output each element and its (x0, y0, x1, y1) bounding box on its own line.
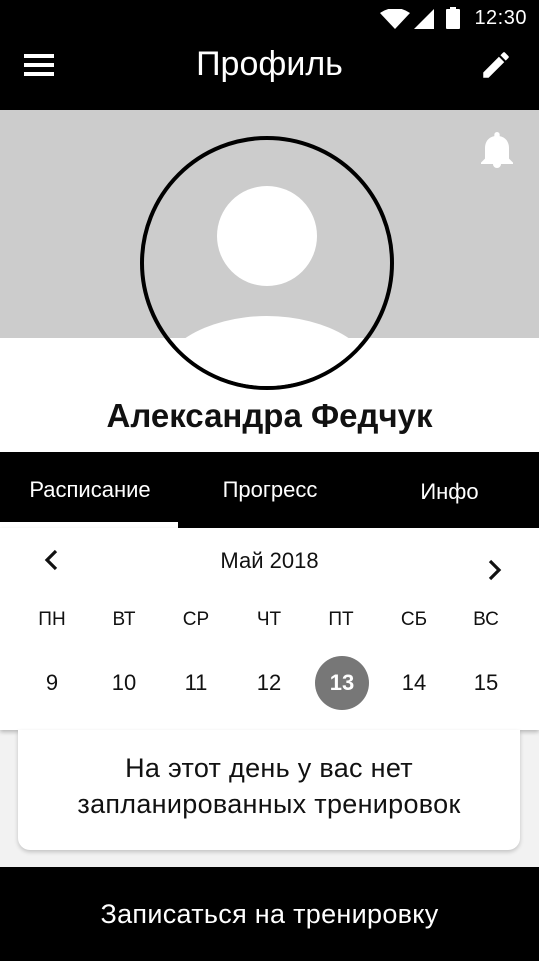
calendar-day-selected[interactable]: 13 (315, 656, 369, 710)
bell-icon (481, 132, 513, 168)
edit-icon (483, 52, 509, 78)
battery-icon (446, 7, 460, 29)
calendar-day[interactable]: 10 (97, 656, 151, 710)
next-week-button[interactable] (480, 556, 508, 584)
empty-state-line-1: На этот день у вас нет (125, 753, 413, 783)
empty-state-line-2: запланированных тренировок (77, 789, 461, 819)
wifi-icon (380, 9, 410, 29)
book-training-button[interactable]: Записаться на тренировку (0, 867, 539, 961)
calendar-day[interactable]: 15 (459, 656, 513, 710)
tab-progress[interactable]: Прогресс (180, 452, 360, 528)
tab-info[interactable]: Инфо (360, 454, 539, 530)
weekday-label: ВС (473, 609, 499, 630)
empty-state-card: На этот день у вас нет запланированных т… (18, 730, 520, 850)
avatar-placeholder-icon (155, 186, 379, 386)
status-icons (380, 7, 466, 29)
weekday-label: ВТ (112, 609, 136, 630)
tab-bar: Расписание Прогресс Инфо (0, 452, 539, 528)
status-bar: 12:30 (0, 0, 539, 38)
page-title: Профиль (196, 45, 343, 83)
calendar-day[interactable]: 11 (169, 656, 223, 710)
status-time: 12:30 (474, 7, 527, 29)
empty-state-message: На этот день у вас нет запланированных т… (18, 750, 520, 822)
app-bar: Профиль (0, 38, 539, 110)
weekday-label: СР (182, 609, 210, 630)
calendar-month: Май 2018 (220, 548, 319, 573)
edit-button[interactable] (479, 48, 513, 82)
calendar-day[interactable]: 9 (25, 656, 79, 710)
week-calendar: Май 2018 ПН ВТ СР ЧТ ПТ СБ ВС 9 10 11 12… (0, 528, 539, 730)
weekday-label: ПН (38, 609, 66, 630)
tab-schedule[interactable]: Расписание (0, 452, 180, 528)
profile-name: Александра Федчук (106, 397, 433, 434)
avatar[interactable] (140, 136, 394, 390)
chevron-right-icon (488, 559, 502, 581)
calendar-day[interactable]: 12 (242, 656, 296, 710)
weekday-label: СБ (400, 609, 428, 630)
calendar-day[interactable]: 14 (387, 656, 441, 710)
weekday-label: ЧТ (256, 609, 282, 630)
weekday-label: ПТ (328, 609, 354, 630)
signal-icon (414, 9, 434, 29)
notifications-button[interactable] (481, 132, 513, 168)
